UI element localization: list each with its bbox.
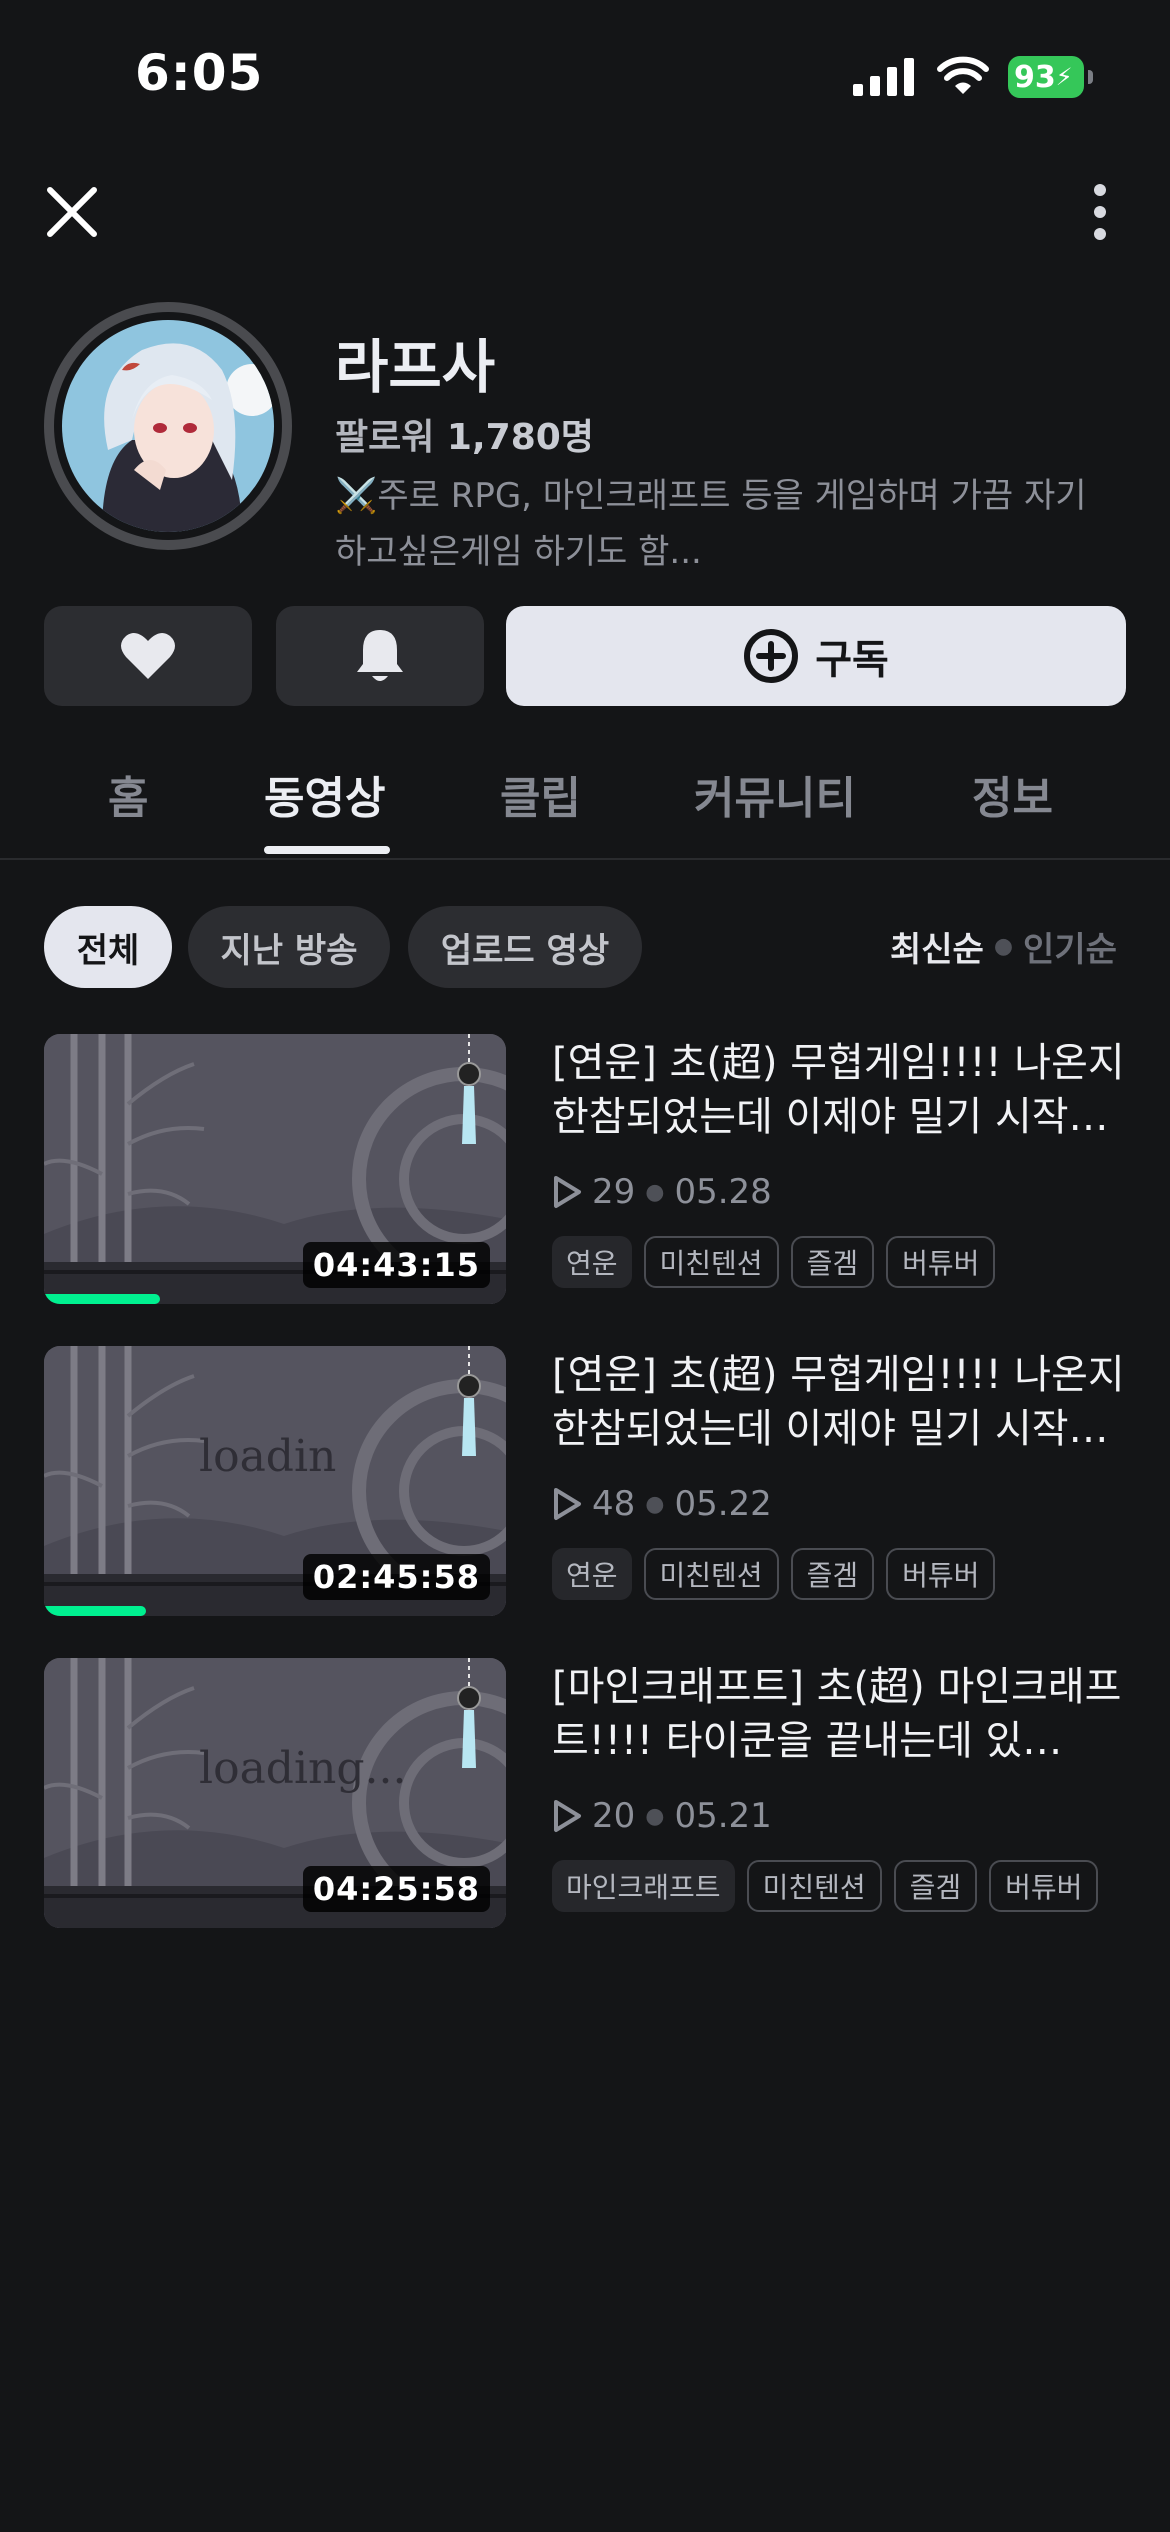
video-tags: 마인크래프트 미친텐션 즐겜 버튜버 (552, 1860, 1099, 1912)
upload-date: 05.22 (674, 1484, 772, 1524)
wifi-icon (937, 56, 989, 94)
tag-chip[interactable]: 미친텐션 (643, 1548, 779, 1600)
tag-chip[interactable]: 즐겜 (790, 1236, 875, 1288)
sort-separator: ● (993, 934, 1014, 959)
video-thumbnail[interactable]: 04:43:15 (44, 1034, 506, 1304)
video-title[interactable]: [연운] 초(超) 무협게임!!!! 나온지 한참되었는데 이제야 밀기 시작… (552, 1036, 1142, 1144)
video-item[interactable]: loading... 04:25:58 [마인크래프트] 초(超) 마인크래프트… (44, 1658, 1144, 1928)
video-tags: 연운 미친텐션 즐겜 버튜버 (552, 1236, 996, 1288)
video-item[interactable]: loadin 02:45:58 [연운] 초(超) 무협게임!!!! 나온지 한… (44, 1346, 1144, 1616)
subscribe-label: 구독 (815, 637, 889, 683)
sort-latest[interactable]: 최신순 (890, 922, 984, 971)
channel-avatar[interactable] (44, 302, 292, 550)
video-tags: 연운 미친텐션 즐겜 버튜버 (552, 1548, 996, 1600)
view-count: 29 (592, 1172, 636, 1212)
thumbnail-text: loading... (199, 1743, 407, 1794)
tag-chip[interactable]: 연운 (552, 1548, 632, 1600)
video-title[interactable]: [연운] 초(超) 무협게임!!!! 나온지 한참되었는데 이제야 밀기 시작… (552, 1348, 1142, 1456)
watch-progress-bar (44, 1294, 160, 1304)
status-time: 6:05 (135, 44, 264, 102)
tag-chip[interactable]: 버튜버 (989, 1860, 1099, 1912)
followers-label: 팔로워 (335, 417, 435, 458)
meta-separator: ● (645, 1491, 665, 1517)
plus-circle-icon (744, 629, 799, 683)
video-title[interactable]: [마인크래프트] 초(超) 마인크래프트!!!! 타이쿤을 끝내는데 있… (552, 1660, 1142, 1768)
battery-icon: 93 ⚡ (1008, 56, 1093, 98)
tab-community[interactable]: 커뮤니티 (694, 762, 856, 826)
video-meta: 20 ● 05.21 (552, 1796, 772, 1836)
tag-chip[interactable]: 즐겜 (893, 1860, 978, 1912)
tab-videos[interactable]: 동영상 (264, 762, 385, 826)
video-meta: 48 ● 05.22 (552, 1484, 772, 1524)
active-tab-indicator (264, 846, 390, 854)
filter-uploaded-videos[interactable]: 업로드 영상 (408, 906, 642, 988)
video-meta: 29 ● 05.28 (552, 1172, 772, 1212)
sort-popular[interactable]: 인기순 (1023, 922, 1117, 971)
followers-number: 1,780명 (446, 417, 594, 458)
play-icon (554, 1800, 581, 1832)
video-thumbnail[interactable]: loadin 02:45:58 (44, 1346, 506, 1616)
close-icon[interactable] (40, 180, 104, 244)
tag-chip[interactable]: 미친텐션 (643, 1236, 779, 1288)
upload-date: 05.21 (674, 1796, 772, 1836)
follower-count: 팔로워 1,780명 (335, 408, 594, 460)
tag-chip[interactable]: 연운 (552, 1236, 632, 1288)
watch-progress-bar (44, 1606, 146, 1616)
channel-tabs: 홈 동영상 클립 커뮤니티 정보 (0, 740, 1170, 860)
video-duration: 04:43:15 (302, 1242, 490, 1288)
tab-clips[interactable]: 클립 (500, 762, 581, 826)
view-count: 20 (592, 1796, 636, 1836)
channel-description[interactable]: ⚔️주로 RPG, 마인크래프트 등을 게임하며 가끔 자기 하고싶은게임 하기… (335, 468, 1125, 580)
video-duration: 04:25:58 (302, 1866, 490, 1912)
meta-separator: ● (645, 1803, 665, 1829)
tab-info[interactable]: 정보 (972, 762, 1053, 826)
view-count: 48 (592, 1484, 636, 1524)
meta-separator: ● (645, 1179, 665, 1205)
upload-date: 05.28 (674, 1172, 772, 1212)
heart-icon (121, 632, 175, 679)
tag-chip[interactable]: 버튜버 (886, 1548, 996, 1600)
thumbnail-text: loadin (199, 1431, 336, 1482)
like-button[interactable] (44, 606, 252, 706)
tag-chip[interactable]: 즐겜 (790, 1548, 875, 1600)
play-icon (554, 1488, 581, 1520)
video-thumbnail[interactable]: loading... 04:25:58 (44, 1658, 506, 1928)
battery-level: 93 (1014, 59, 1056, 95)
video-duration: 02:45:58 (302, 1554, 490, 1600)
tag-chip[interactable]: 버튜버 (886, 1236, 996, 1288)
sort-options: 최신순 ● 인기순 (890, 922, 1117, 971)
tag-chip[interactable]: 마인크래프트 (552, 1860, 735, 1912)
filter-all[interactable]: 전체 (44, 906, 172, 988)
tab-home[interactable]: 홈 (108, 762, 148, 826)
tag-chip[interactable]: 미친텐션 (746, 1860, 882, 1912)
notification-button[interactable] (276, 606, 484, 706)
more-options-icon[interactable] (1080, 180, 1120, 244)
filter-past-broadcasts[interactable]: 지난 방송 (188, 906, 390, 988)
cellular-signal-icon (853, 58, 914, 96)
video-item[interactable]: 04:43:15 [연운] 초(超) 무협게임!!!! 나온지 한참되었는데 이… (44, 1034, 1144, 1304)
play-icon (554, 1176, 581, 1208)
bell-icon (357, 630, 403, 681)
avatar-image (62, 320, 274, 532)
channel-name: 라프사 (335, 333, 496, 401)
subscribe-button[interactable]: 구독 (506, 606, 1126, 706)
